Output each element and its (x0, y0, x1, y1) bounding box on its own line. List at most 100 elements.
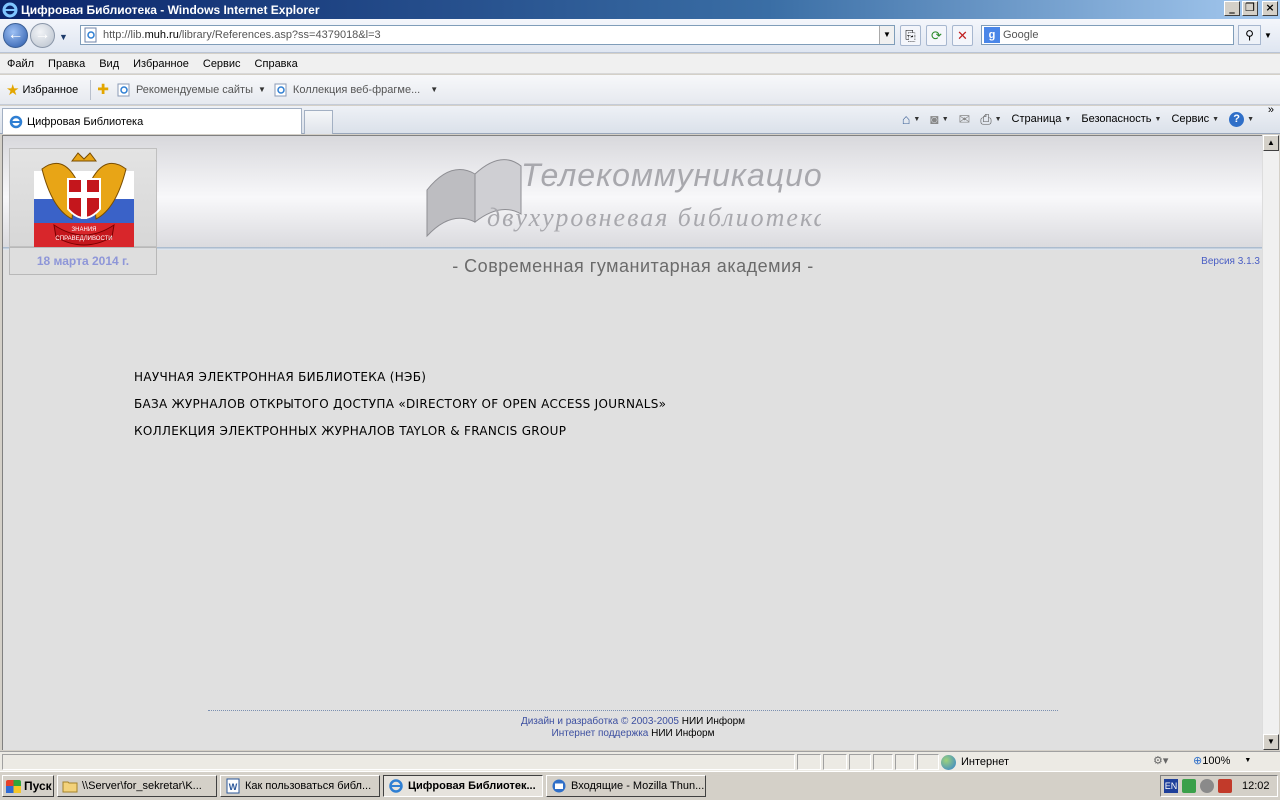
stop-icon[interactable]: ✕ (952, 25, 973, 46)
status-cell (895, 754, 915, 770)
history-dropdown-icon[interactable]: ▼ (59, 32, 68, 42)
link-doaj[interactable]: БАЗА ЖУРНАЛОВ ОТКРЫТОГО ДОСТУПА «DIRECTO… (134, 397, 666, 411)
address-bar[interactable]: http://lib.muh.ru/library/References.asp… (80, 25, 895, 45)
page-menu-button[interactable]: Страница ▼ (1012, 113, 1072, 125)
header-divider (3, 247, 1262, 250)
scroll-up-icon[interactable]: ▲ (1263, 135, 1279, 151)
task-label: Цифровая Библиотек... (408, 780, 536, 792)
task-thunderbird[interactable]: Входящие - Mozilla Thun... (546, 775, 706, 797)
ie-logo-icon (389, 779, 403, 793)
search-dropdown-icon[interactable]: ▼ (1264, 31, 1272, 40)
more-tools-icon[interactable]: » (1268, 104, 1274, 116)
new-tab-button[interactable] (304, 110, 333, 134)
refresh-icon[interactable]: ⟳ (926, 25, 947, 46)
zone-label: Интернет (961, 756, 1009, 768)
fav-link-label: Рекомендуемые сайты (135, 83, 253, 96)
vertical-scrollbar[interactable]: ▲ ▼ (1262, 135, 1279, 750)
zoom-control[interactable]: ⊕ 100% ▼ (1193, 754, 1252, 768)
resource-links: НАУЧНАЯ ЭЛЕКТРОННАЯ БИБЛИОТЕКА (НЭБ) БАЗ… (134, 370, 666, 451)
print-button[interactable]: ⎙ ▼ (980, 111, 1001, 128)
menu-edit[interactable]: Правка (41, 58, 92, 70)
network-icon[interactable] (1182, 779, 1196, 793)
search-placeholder: Google (1003, 29, 1039, 41)
menu-bar: Файл Правка Вид Избранное Сервис Справка (0, 54, 1280, 74)
security-menu-button[interactable]: Безопасность ▼ (1081, 113, 1161, 125)
status-cell (823, 754, 847, 770)
link-taylor-francis[interactable]: КОЛЛЕКЦИЯ ЭЛЕКТРОННЫХ ЖУРНАЛОВ TAYLOR & … (134, 424, 666, 438)
library-banner: Телекоммуникационная двухуровневая библи… (426, 157, 821, 238)
menu-file[interactable]: Файл (0, 58, 41, 70)
security-zone[interactable]: Интернет (941, 753, 1009, 771)
mail-button[interactable]: ✉ (959, 111, 971, 128)
back-button[interactable]: ← (3, 23, 28, 48)
task-folder[interactable]: \\Server\for_sekretar\K... (57, 775, 217, 797)
command-bar: ⌂ ▼ ◙ ▼ ✉ ⎙ ▼ Страница ▼ Безопасность ▼ Серви… (892, 104, 1280, 132)
address-dropdown-icon[interactable]: ▼ (879, 26, 894, 44)
google-icon: g (984, 27, 1000, 43)
home-icon: ⌂ (901, 111, 911, 127)
minimize-button[interactable]: _ (1224, 1, 1240, 16)
menu-favorites[interactable]: Избранное (126, 58, 196, 70)
link-neb[interactable]: НАУЧНАЯ ЭЛЕКТРОННАЯ БИБЛИОТЕКА (НЭБ) (134, 370, 666, 384)
ie-page-icon (274, 83, 287, 96)
favorites-star-icon: ★ (6, 81, 20, 99)
task-ie[interactable]: Цифровая Библиотек... (383, 775, 543, 797)
footer-support[interactable]: Интернет поддержка (552, 728, 649, 739)
address-url: http://lib.muh.ru/library/References.asp… (103, 29, 381, 41)
menu-tools[interactable]: Сервис (196, 58, 248, 70)
status-cell (797, 754, 821, 770)
footer-support-org: НИИ Информ (651, 728, 715, 739)
help-button[interactable]: ? ▼ (1229, 111, 1254, 127)
system-tray: EN 12:02 (1160, 775, 1278, 797)
start-button[interactable]: Пуск (2, 775, 54, 797)
search-icon[interactable]: ⚲ (1238, 25, 1261, 45)
antivirus-icon[interactable] (1200, 779, 1214, 793)
version-label: Версия 3.1.3 (1201, 256, 1260, 267)
zoom-icon: ⊕ (1193, 755, 1203, 767)
banner-title-line1: Телекоммуникационная (521, 157, 821, 193)
favorites-label: Избранное (22, 83, 79, 96)
help-icon: ? (1229, 111, 1245, 127)
status-cell (917, 754, 939, 770)
tools-menu-label: Сервис (1171, 113, 1210, 125)
menu-view[interactable]: Вид (92, 58, 126, 70)
feeds-button[interactable]: ◙ ▼ (930, 111, 948, 127)
fav-link-web-slices[interactable]: Коллекция веб-фрагме... ▼ (274, 83, 438, 97)
forward-button[interactable]: → (30, 23, 55, 48)
page-content: ЗНАНИЯ СПРАВЕДЛИВОСТИ 18 марта 2014 г. Т… (2, 135, 1262, 750)
home-button[interactable]: ⌂ ▼ (902, 111, 920, 127)
restore-button[interactable]: ❐ (1242, 1, 1258, 16)
chevron-down-icon: ▼ (430, 85, 439, 94)
search-input[interactable]: g Google (981, 25, 1234, 45)
tab-bar: Цифровая Библиотека ⌂ ▼ ◙ ▼ ✉ ⎙ ▼ Страница ▼… (0, 104, 1280, 134)
menu-help[interactable]: Справка (248, 58, 305, 70)
task-word-doc[interactable]: W Как пользоваться библ... (220, 775, 380, 797)
svg-text:W: W (229, 782, 238, 792)
close-button[interactable]: × (1262, 1, 1278, 16)
tools-menu-button[interactable]: Сервис ▼ (1171, 113, 1219, 125)
chevron-down-icon: ▼ (1244, 757, 1252, 764)
academy-logo[interactable]: ЗНАНИЯ СПРАВЕДЛИВОСТИ (9, 148, 157, 247)
window-title-bar[interactable]: Цифровая Библиотека - Windows Internet E… (0, 0, 1280, 19)
footer-divider (208, 710, 1058, 711)
clock: 12:02 (1242, 780, 1270, 792)
taskbar: Пуск \\Server\for_sekretar\K... W Как по… (0, 771, 1280, 800)
favorites-button[interactable]: ★ Избранное (6, 81, 78, 99)
page-icon (84, 27, 97, 43)
fav-link-suggested-sites[interactable]: Рекомендуемые сайты ▼ (117, 83, 266, 97)
volume-icon[interactable] (1218, 779, 1232, 793)
zoom-level: 100% (1202, 754, 1231, 767)
language-indicator[interactable]: EN (1164, 779, 1178, 793)
footer-design[interactable]: Дизайн и разработка © 2003-2005 (521, 716, 679, 727)
protected-mode-icon[interactable]: ⚙▾ (1153, 754, 1168, 767)
add-to-favorites-icon[interactable]: ✚ (97, 81, 109, 98)
mail-icon: ✉ (958, 110, 971, 127)
banner-title-line2: двухуровневая библиотека (487, 203, 821, 232)
status-cell (873, 754, 893, 770)
tab-digital-library[interactable]: Цифровая Библиотека (2, 108, 302, 134)
compatibility-view-icon[interactable]: ⎘ (900, 25, 921, 46)
scroll-down-icon[interactable]: ▼ (1263, 734, 1279, 750)
ie-logo-icon (9, 115, 23, 128)
favorites-bar: ★ Избранное ✚ Рекомендуемые сайты ▼ Колл… (0, 75, 1280, 105)
address-row: ← → ▼ http://lib.muh.ru/library/Referenc… (0, 19, 1280, 53)
